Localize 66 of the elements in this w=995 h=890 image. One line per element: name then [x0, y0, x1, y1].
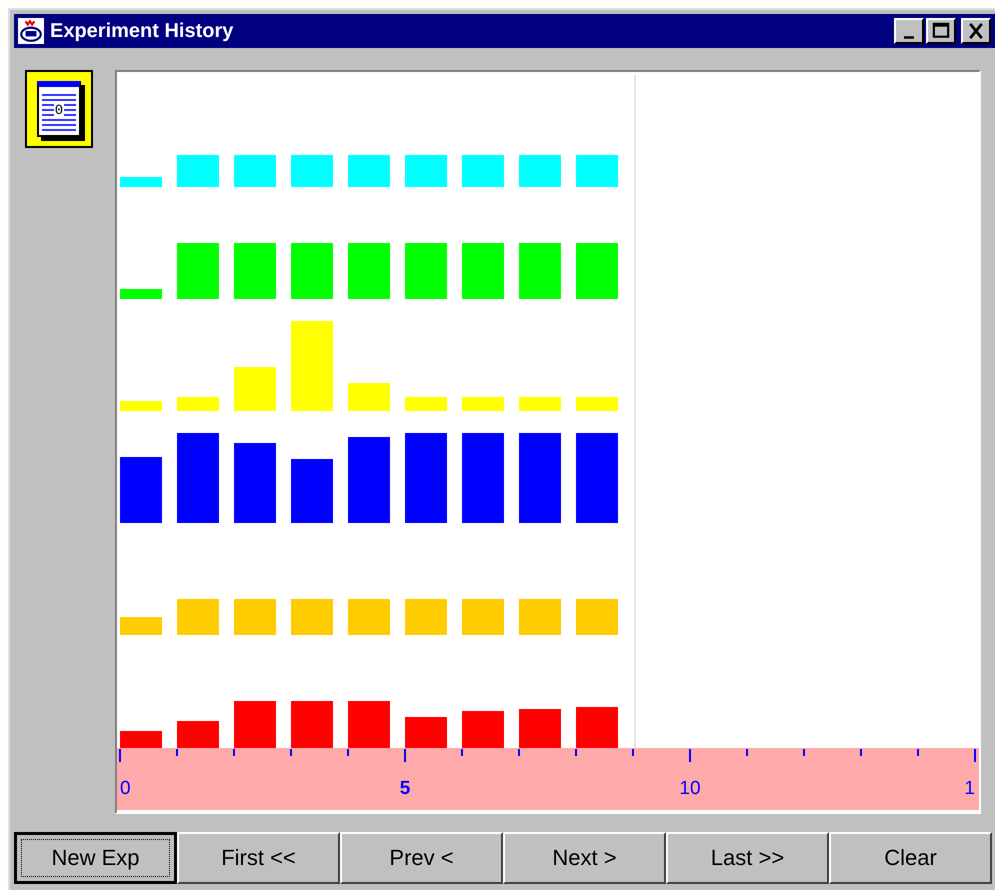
notebook-icon[interactable]: 0	[25, 70, 93, 148]
bar	[234, 599, 276, 635]
bar	[291, 599, 333, 635]
notebook-label: 0	[54, 104, 64, 118]
bar	[348, 243, 390, 299]
bar	[120, 457, 162, 523]
bar	[348, 599, 390, 635]
bar	[405, 599, 447, 635]
bar	[576, 155, 618, 187]
bar	[291, 701, 333, 748]
bar	[519, 155, 561, 187]
bar	[234, 367, 276, 411]
toolbar-button[interactable]: New Exp	[14, 832, 177, 884]
tick-label: 10	[679, 778, 701, 799]
bar	[348, 701, 390, 748]
tick-label: 5	[400, 778, 410, 799]
bar	[177, 397, 219, 411]
bar	[519, 397, 561, 411]
maximize-icon	[931, 22, 951, 40]
bar	[519, 709, 561, 748]
bar	[576, 599, 618, 635]
bar	[405, 155, 447, 187]
toolbar-button[interactable]: Clear	[829, 832, 992, 884]
bar	[462, 711, 504, 748]
minimize-icon	[904, 36, 914, 38]
tick-label: 0	[120, 778, 131, 799]
bar	[462, 397, 504, 411]
bar	[576, 243, 618, 299]
maximize-button[interactable]	[926, 18, 956, 44]
bar	[462, 599, 504, 635]
bar	[348, 155, 390, 187]
bar	[234, 155, 276, 187]
bar	[576, 397, 618, 411]
bar	[462, 155, 504, 187]
bar	[177, 721, 219, 748]
toolbar-button[interactable]: Prev <	[340, 832, 503, 884]
bar	[291, 155, 333, 187]
bar	[291, 243, 333, 299]
bar	[177, 155, 219, 187]
minimize-button[interactable]	[894, 18, 924, 44]
window-title: Experiment History	[50, 20, 234, 42]
bar	[120, 401, 162, 411]
toolbar-button[interactable]: First <<	[177, 832, 340, 884]
tick-label: 1	[964, 778, 975, 799]
bar	[291, 459, 333, 523]
bar	[462, 243, 504, 299]
bar	[234, 243, 276, 299]
bar	[120, 289, 162, 299]
bar	[177, 599, 219, 635]
app-icon	[18, 18, 44, 44]
bar	[348, 383, 390, 411]
close-icon	[966, 22, 986, 40]
toolbar-button[interactable]: Next >	[503, 832, 666, 884]
bar	[405, 717, 447, 748]
bar	[120, 177, 162, 187]
bar	[405, 397, 447, 411]
bar	[576, 707, 618, 748]
bar	[120, 731, 162, 748]
bar	[234, 701, 276, 748]
bar	[519, 243, 561, 299]
bar	[120, 617, 162, 635]
bar	[519, 599, 561, 635]
close-button[interactable]	[961, 18, 991, 44]
bar	[405, 243, 447, 299]
bar	[177, 243, 219, 299]
toolbar-button[interactable]: Last >>	[666, 832, 829, 884]
